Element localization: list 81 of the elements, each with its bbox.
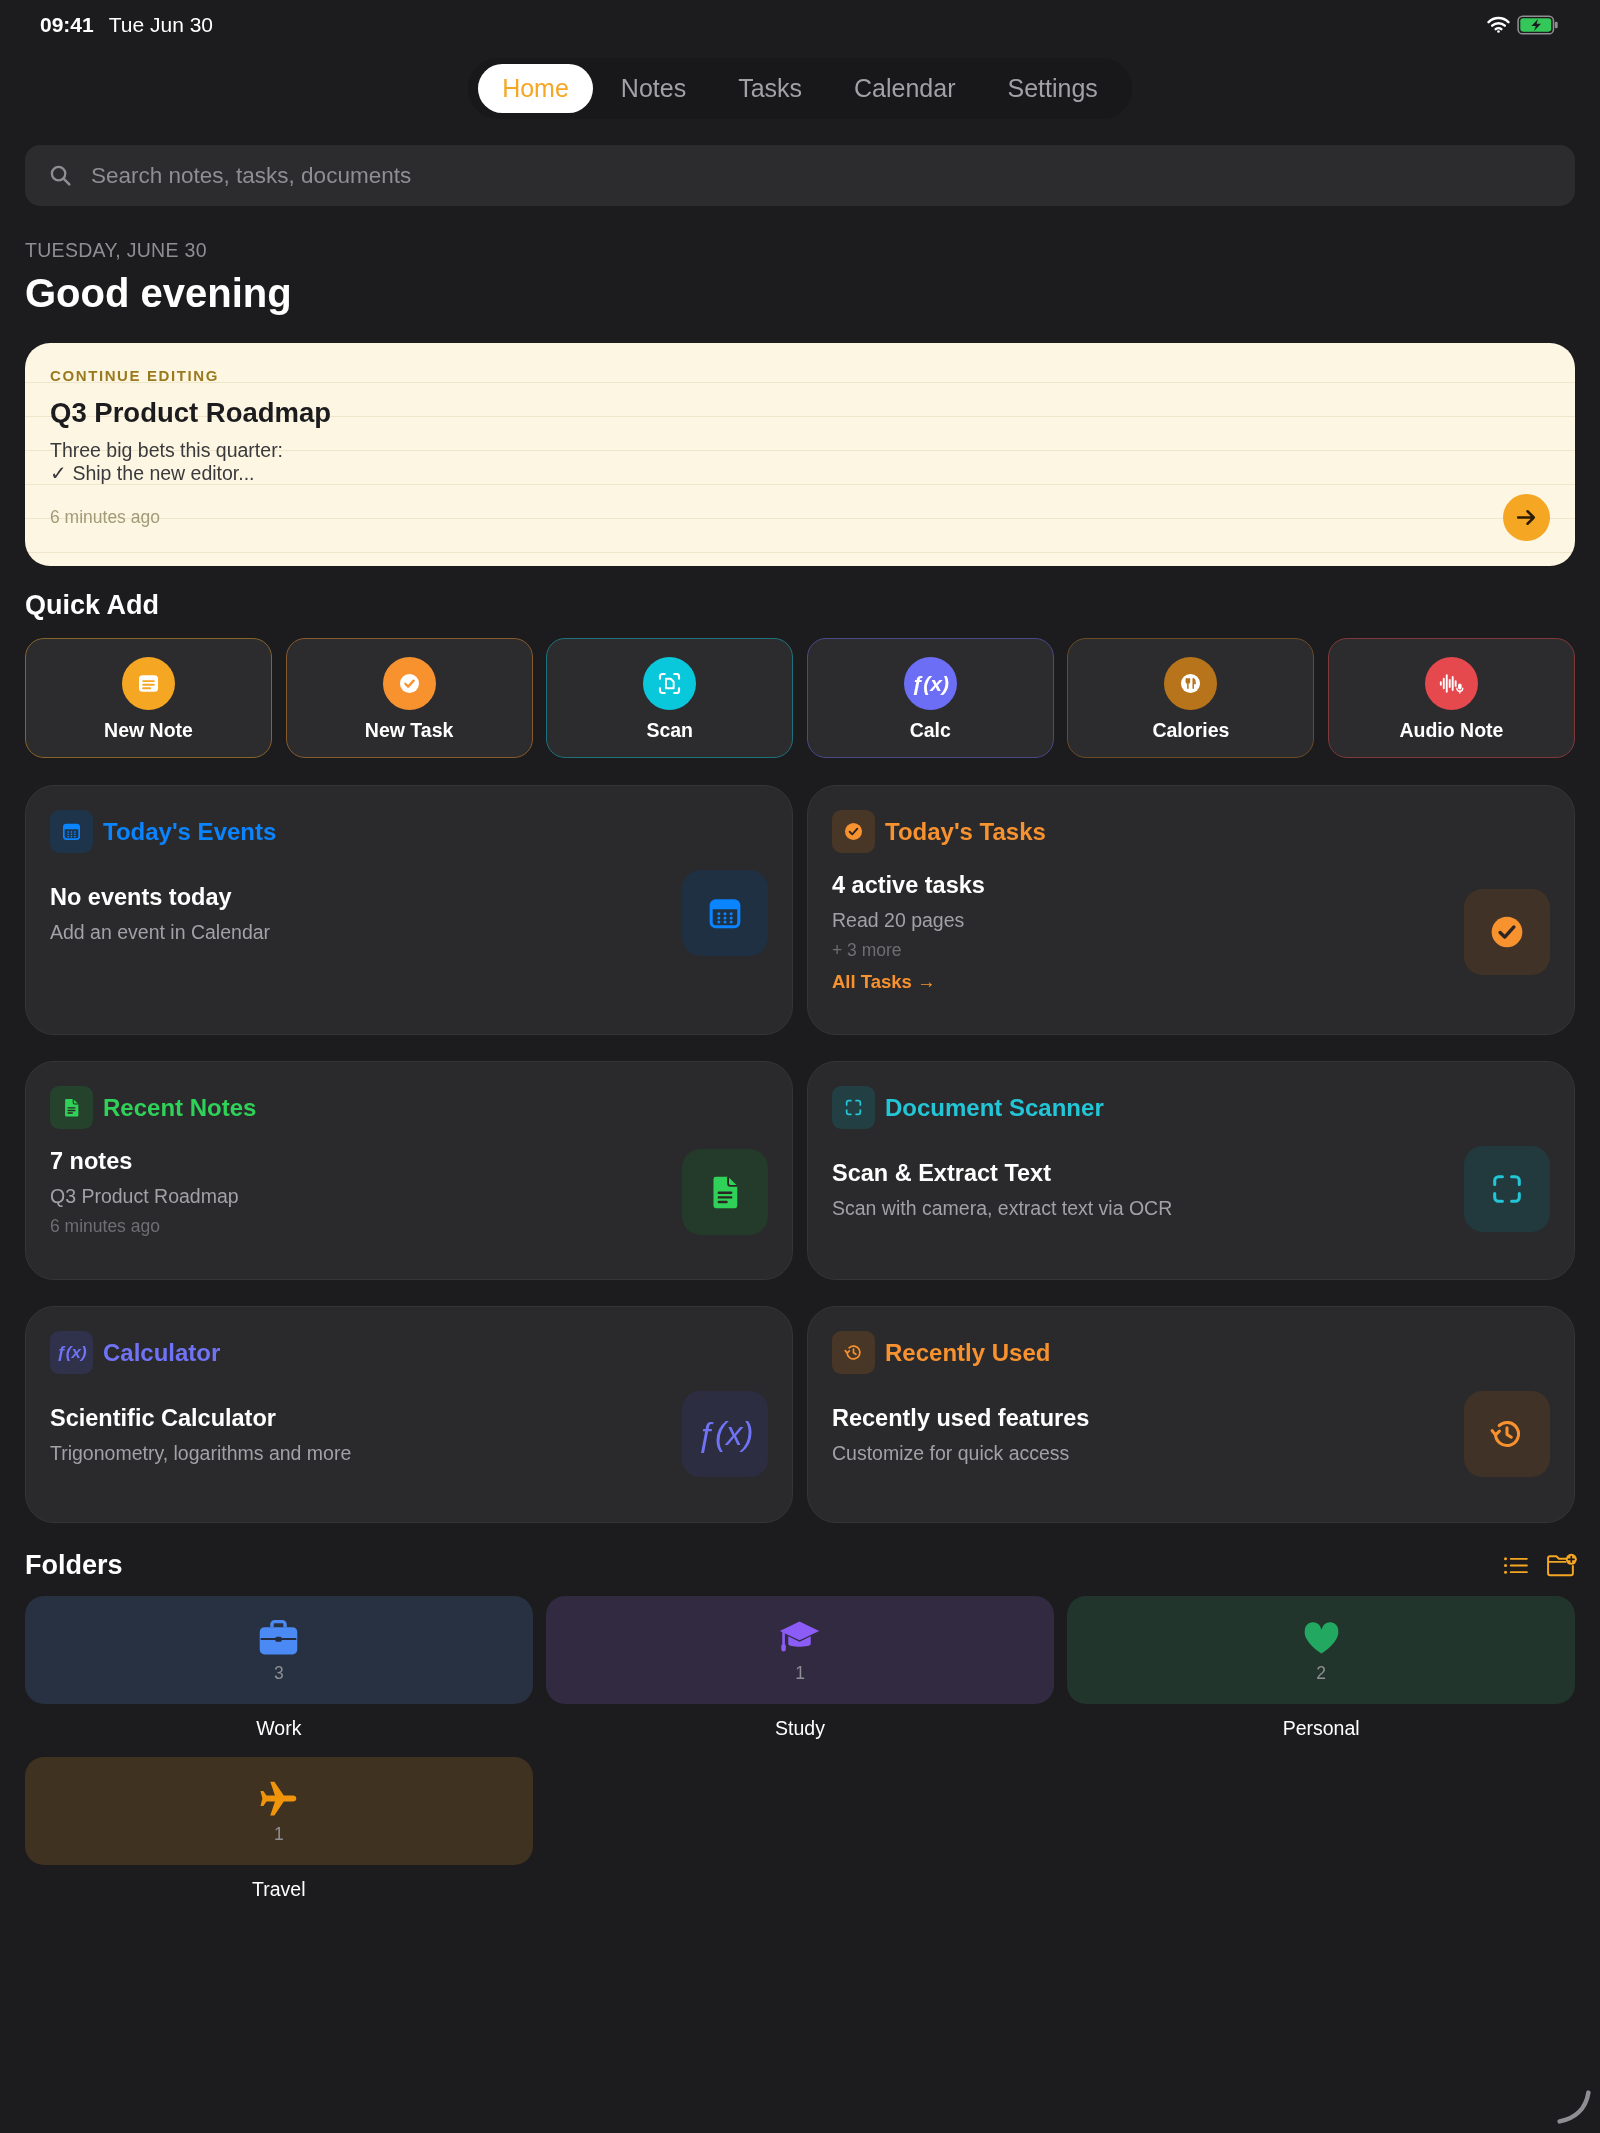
folder-count: 2 — [1316, 1662, 1326, 1684]
feature-card[interactable]: ƒ(x) Calculator Scientific Calculator Trigonometry, logarithms and more ƒ(x) — [25, 1306, 793, 1523]
checkmark-icon — [1464, 889, 1550, 975]
card-title: Document Scanner — [885, 1092, 1104, 1123]
folder-tile[interactable]: 3 — [25, 1596, 533, 1704]
card-title: Calculator — [103, 1337, 221, 1368]
quick-add-button[interactable]: Scan — [546, 638, 794, 758]
card-title: Today's Events — [103, 816, 277, 847]
card-note: 6 minutes ago — [50, 1215, 161, 1238]
card-subtitle: Read 20 pages — [832, 908, 966, 933]
card-headline: Scan & Extract Text — [832, 1158, 1052, 1188]
card-headline: Scientific Calculator — [50, 1403, 277, 1433]
card-title: Recent Notes — [103, 1092, 257, 1123]
card-headline: 7 notes — [50, 1147, 134, 1176]
section-title: Quick Add — [25, 590, 160, 620]
search-icon — [49, 164, 72, 187]
date-label: TUESDAY, JUNE 30 — [25, 239, 208, 261]
folder-count: 3 — [273, 1662, 284, 1684]
document-icon — [50, 1086, 93, 1129]
document-icon — [682, 1149, 768, 1235]
quick-add-button[interactable]: New Task — [285, 638, 533, 758]
calendar-icon — [50, 810, 93, 853]
card-subtitle: Add an event in Calendar — [50, 919, 271, 945]
greeting-title: Good evening — [25, 270, 293, 316]
function-icon: ƒ(x) — [50, 1331, 93, 1374]
card-headline: 4 active tasks — [832, 871, 985, 900]
card-title: Recently Used — [885, 1337, 1051, 1368]
note-title: Q3 Product Roadmap — [50, 396, 333, 430]
folder-name: Work — [256, 1716, 302, 1740]
feature-card[interactable]: Today's Tasks 4 active tasks Read 20 pages + 3 more All Tasks → — [807, 785, 1575, 1035]
quick-add-button[interactable]: Audio Note — [1327, 638, 1575, 758]
nav-tab[interactable]: Notes — [596, 64, 711, 113]
card-subtitle: Customize for quick access — [832, 1440, 1071, 1466]
search-field[interactable]: Search notes, tasks, documents — [25, 145, 1575, 206]
folder-tile[interactable]: 1 — [546, 1596, 1054, 1704]
card-subtitle: Scan with camera, extract text via OCR — [832, 1195, 1173, 1221]
note-preview: Three big bets this quarter: ✓ Ship the new editor... — [50, 439, 285, 485]
corner-arc-icon — [1556, 2089, 1592, 2125]
list-icon[interactable] — [1503, 1555, 1528, 1575]
folder-count: 1 — [795, 1662, 805, 1684]
quick-add-button[interactable]: ƒ(x) Calc — [806, 638, 1054, 758]
function-icon: ƒ(x) — [903, 657, 957, 710]
folder-count: 1 — [273, 1823, 284, 1845]
nav-tab[interactable]: Tasks — [714, 64, 827, 113]
feature-card[interactable]: Today's Events No events today Add an event in Calendar — [25, 785, 793, 1035]
folder-name: Travel — [252, 1877, 306, 1901]
feature-card[interactable]: Recent Notes 7 notes Q3 Product Roadmap 6 minutes ago — [25, 1061, 793, 1280]
wifi-icon — [1487, 16, 1510, 33]
card-headline: Recently used features — [832, 1403, 1090, 1433]
checkmark-icon — [832, 810, 875, 853]
card-label: CONTINUE EDITING — [50, 366, 220, 386]
add-folder-icon[interactable] — [1546, 1552, 1577, 1578]
quick-add-button[interactable]: Calories — [1067, 638, 1315, 758]
function-icon: ƒ(x) — [682, 1391, 768, 1477]
folder-tile[interactable]: 2 — [1067, 1596, 1575, 1704]
feature-card[interactable]: Document Scanner Scan & Extract Text Scan with camera, extract text via OCR — [807, 1061, 1575, 1280]
folder-tile[interactable]: 1 — [25, 1757, 533, 1865]
card-note: + 3 more — [832, 939, 903, 962]
card-subtitle: Trigonometry, logarithms and more — [50, 1440, 352, 1466]
nav-tab[interactable]: Settings — [983, 64, 1122, 113]
continue-editing-card[interactable]: CONTINUE EDITING Q3 Product Roadmap Three big bets this quarter: ✓ Ship the new editor... 6 minutes ago — [25, 343, 1575, 566]
card-subtitle: Q3 Product Roadmap — [50, 1184, 239, 1209]
scan-icon — [1464, 1146, 1550, 1232]
status-time: 09:41 — [40, 12, 94, 37]
calendar-icon — [682, 870, 768, 956]
feature-card[interactable]: Recently Used Recently used features Customize for quick access — [807, 1306, 1575, 1523]
edited-time: 6 minutes ago — [50, 507, 160, 528]
battery-icon — [1517, 14, 1559, 35]
status-date: Tue Jun 30 — [108, 12, 213, 37]
open-note-button[interactable] — [1503, 494, 1550, 541]
section-title: Folders — [25, 1550, 123, 1580]
card-headline: No events today — [50, 882, 233, 912]
nav-tab[interactable]: Calendar — [830, 64, 980, 113]
all-tasks-link[interactable]: All Tasks → — [832, 970, 936, 994]
card-title: Today's Tasks — [885, 816, 1046, 847]
quick-add-button[interactable]: New Note — [25, 638, 273, 758]
history-icon — [832, 1331, 875, 1374]
folder-name: Study — [775, 1716, 825, 1740]
scan-icon — [832, 1086, 875, 1129]
history-icon — [1464, 1391, 1550, 1477]
folder-name: Personal — [1282, 1716, 1360, 1740]
